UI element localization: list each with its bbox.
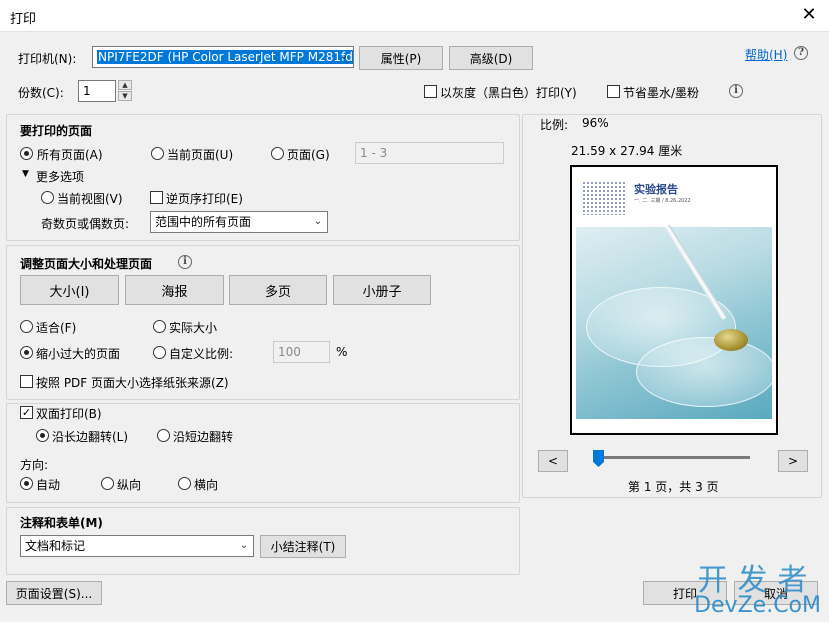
window-title: 打印 <box>10 12 37 27</box>
pages-heading: 要打印的页面 <box>20 124 93 138</box>
liquid-drop <box>714 329 748 351</box>
comments-value: 文档和标记 <box>25 539 86 553</box>
odd-even-value: 范围中的所有页面 <box>155 215 252 229</box>
paper-source-checkbox[interactable] <box>20 375 33 388</box>
preview-doc-title: 实验报告 <box>634 183 678 196</box>
preview-photo <box>576 223 772 419</box>
landscape-label: 横向 <box>194 478 219 492</box>
short-edge-radio[interactable] <box>157 429 170 442</box>
percent-label: % <box>336 345 348 359</box>
paper-source-label: 按照 PDF 页面大小选择纸张来源(Z) <box>36 376 229 390</box>
save-ink-checkbox[interactable] <box>607 85 620 98</box>
page-status: 第 1 页，共 3 页 <box>628 480 719 494</box>
paper-size-label: 21.59 x 27.94 厘米 <box>571 144 683 158</box>
next-page-button[interactable]: > <box>778 450 808 472</box>
scale-label: 比例: <box>540 118 569 132</box>
page-range-radio[interactable] <box>271 147 284 160</box>
dot-pattern <box>582 181 626 215</box>
petri-dish <box>636 337 772 407</box>
comments-select[interactable]: 文档和标记 ⌄ <box>20 535 254 557</box>
scale-value: 96% <box>582 116 609 130</box>
check-icon: ✓ <box>21 406 32 419</box>
printer-select[interactable]: NPI7FE2DF (HP Color LaserJet MFP M281fdw… <box>92 46 354 68</box>
save-ink-label: 节省墨水/墨粉 <box>623 86 700 100</box>
triangle-down-icon[interactable]: ▼ <box>22 169 29 179</box>
fit-label: 适合(F) <box>36 321 77 335</box>
fit-radio[interactable] <box>20 320 33 333</box>
grayscale-checkbox[interactable] <box>424 85 437 98</box>
page-setup-button[interactable]: 页面设置(S)... <box>6 581 102 605</box>
reverse-order-checkbox[interactable] <box>150 191 163 204</box>
page-range-input[interactable]: 1 - 3 <box>355 142 504 164</box>
preview-doc-subtitle: 一. 二. 三期 / 8.26.2022 <box>634 198 691 204</box>
page-preview: 实验报告 一. 二. 三期 / 8.26.2022 <box>570 165 778 435</box>
tab-poster[interactable]: 海报 <box>125 275 224 305</box>
printer-selected-value: NPI7FE2DF (HP Color LaserJet MFP M281fdw… <box>97 50 353 64</box>
custom-scale-radio[interactable] <box>153 346 166 359</box>
all-pages-label: 所有页面(A) <box>37 148 103 162</box>
odd-even-select[interactable]: 范围中的所有页面 ⌄ <box>150 211 328 233</box>
comments-heading: 注释和表单(M) <box>20 516 103 530</box>
short-edge-label: 沿短边翻转 <box>173 430 234 444</box>
current-page-label: 当前页面(U) <box>167 148 234 162</box>
shrink-label: 缩小过大的页面 <box>36 347 121 361</box>
chevron-down-icon: ⌄ <box>239 540 249 551</box>
advanced-button[interactable]: 高级(D) <box>449 46 533 70</box>
help-icon[interactable]: ? <box>794 46 808 60</box>
tab-multiple[interactable]: 多页 <box>229 275 327 305</box>
preview-page: 实验报告 一. 二. 三期 / 8.26.2022 <box>576 171 772 429</box>
summarize-comments-button[interactable]: 小结注释(T) <box>260 535 346 558</box>
current-view-label: 当前视图(V) <box>57 192 123 206</box>
odd-even-label: 奇数页或偶数页: <box>41 217 130 231</box>
title-bar: 打印 ✕ <box>0 0 829 32</box>
shrink-radio[interactable] <box>20 346 33 359</box>
auto-orientation-radio[interactable] <box>20 477 33 490</box>
copies-label: 份数(C): <box>18 86 64 100</box>
long-edge-radio[interactable] <box>36 429 49 442</box>
chevron-down-icon: ⌄ <box>313 216 323 227</box>
duplex-checkbox[interactable]: ✓ <box>20 406 33 419</box>
portrait-radio[interactable] <box>101 477 114 490</box>
watermark-en: DevZe.CoM <box>694 593 821 618</box>
actual-size-radio[interactable] <box>153 320 166 333</box>
copies-up-button[interactable]: ▲ <box>118 80 132 90</box>
help-link[interactable]: 帮助(H) <box>745 46 787 63</box>
tab-size[interactable]: 大小(I) <box>20 275 119 305</box>
copies-input[interactable]: 1 <box>78 80 116 102</box>
page-slider-track[interactable] <box>598 456 750 459</box>
chevron-down-icon: ⌄ <box>339 51 349 62</box>
portrait-label: 纵向 <box>117 478 142 492</box>
custom-scale-input[interactable]: 100 <box>273 341 330 363</box>
current-page-radio[interactable] <box>151 147 164 160</box>
more-options-label[interactable]: 更多选项 <box>36 168 84 185</box>
printer-label: 打印机(N): <box>18 52 77 66</box>
info-icon[interactable]: i <box>729 84 743 98</box>
auto-orientation-label: 自动 <box>36 478 61 492</box>
orientation-label: 方向: <box>20 458 49 472</box>
properties-button[interactable]: 属性(P) <box>359 46 443 70</box>
sizing-heading: 调整页面大小和处理页面 <box>20 257 153 271</box>
current-view-radio[interactable] <box>41 191 54 204</box>
actual-size-label: 实际大小 <box>169 321 218 335</box>
watermark-logo: 开发者 DevZe.CoM <box>694 555 821 618</box>
reverse-order-label: 逆页序打印(E) <box>166 192 243 206</box>
copies-down-button[interactable]: ▼ <box>118 91 132 101</box>
custom-scale-label: 自定义比例: <box>169 347 234 361</box>
long-edge-label: 沿长边翻转(L) <box>52 430 129 444</box>
info-icon[interactable]: i <box>178 255 192 269</box>
close-icon[interactable]: ✕ <box>799 4 819 26</box>
page-range-label: 页面(G) <box>287 148 330 162</box>
all-pages-radio[interactable] <box>20 147 33 160</box>
duplex-label: 双面打印(B) <box>36 407 102 421</box>
grayscale-label: 以灰度（黑白色）打印(Y) <box>440 86 577 100</box>
landscape-radio[interactable] <box>178 477 191 490</box>
tab-booklet[interactable]: 小册子 <box>333 275 431 305</box>
prev-page-button[interactable]: < <box>538 450 568 472</box>
